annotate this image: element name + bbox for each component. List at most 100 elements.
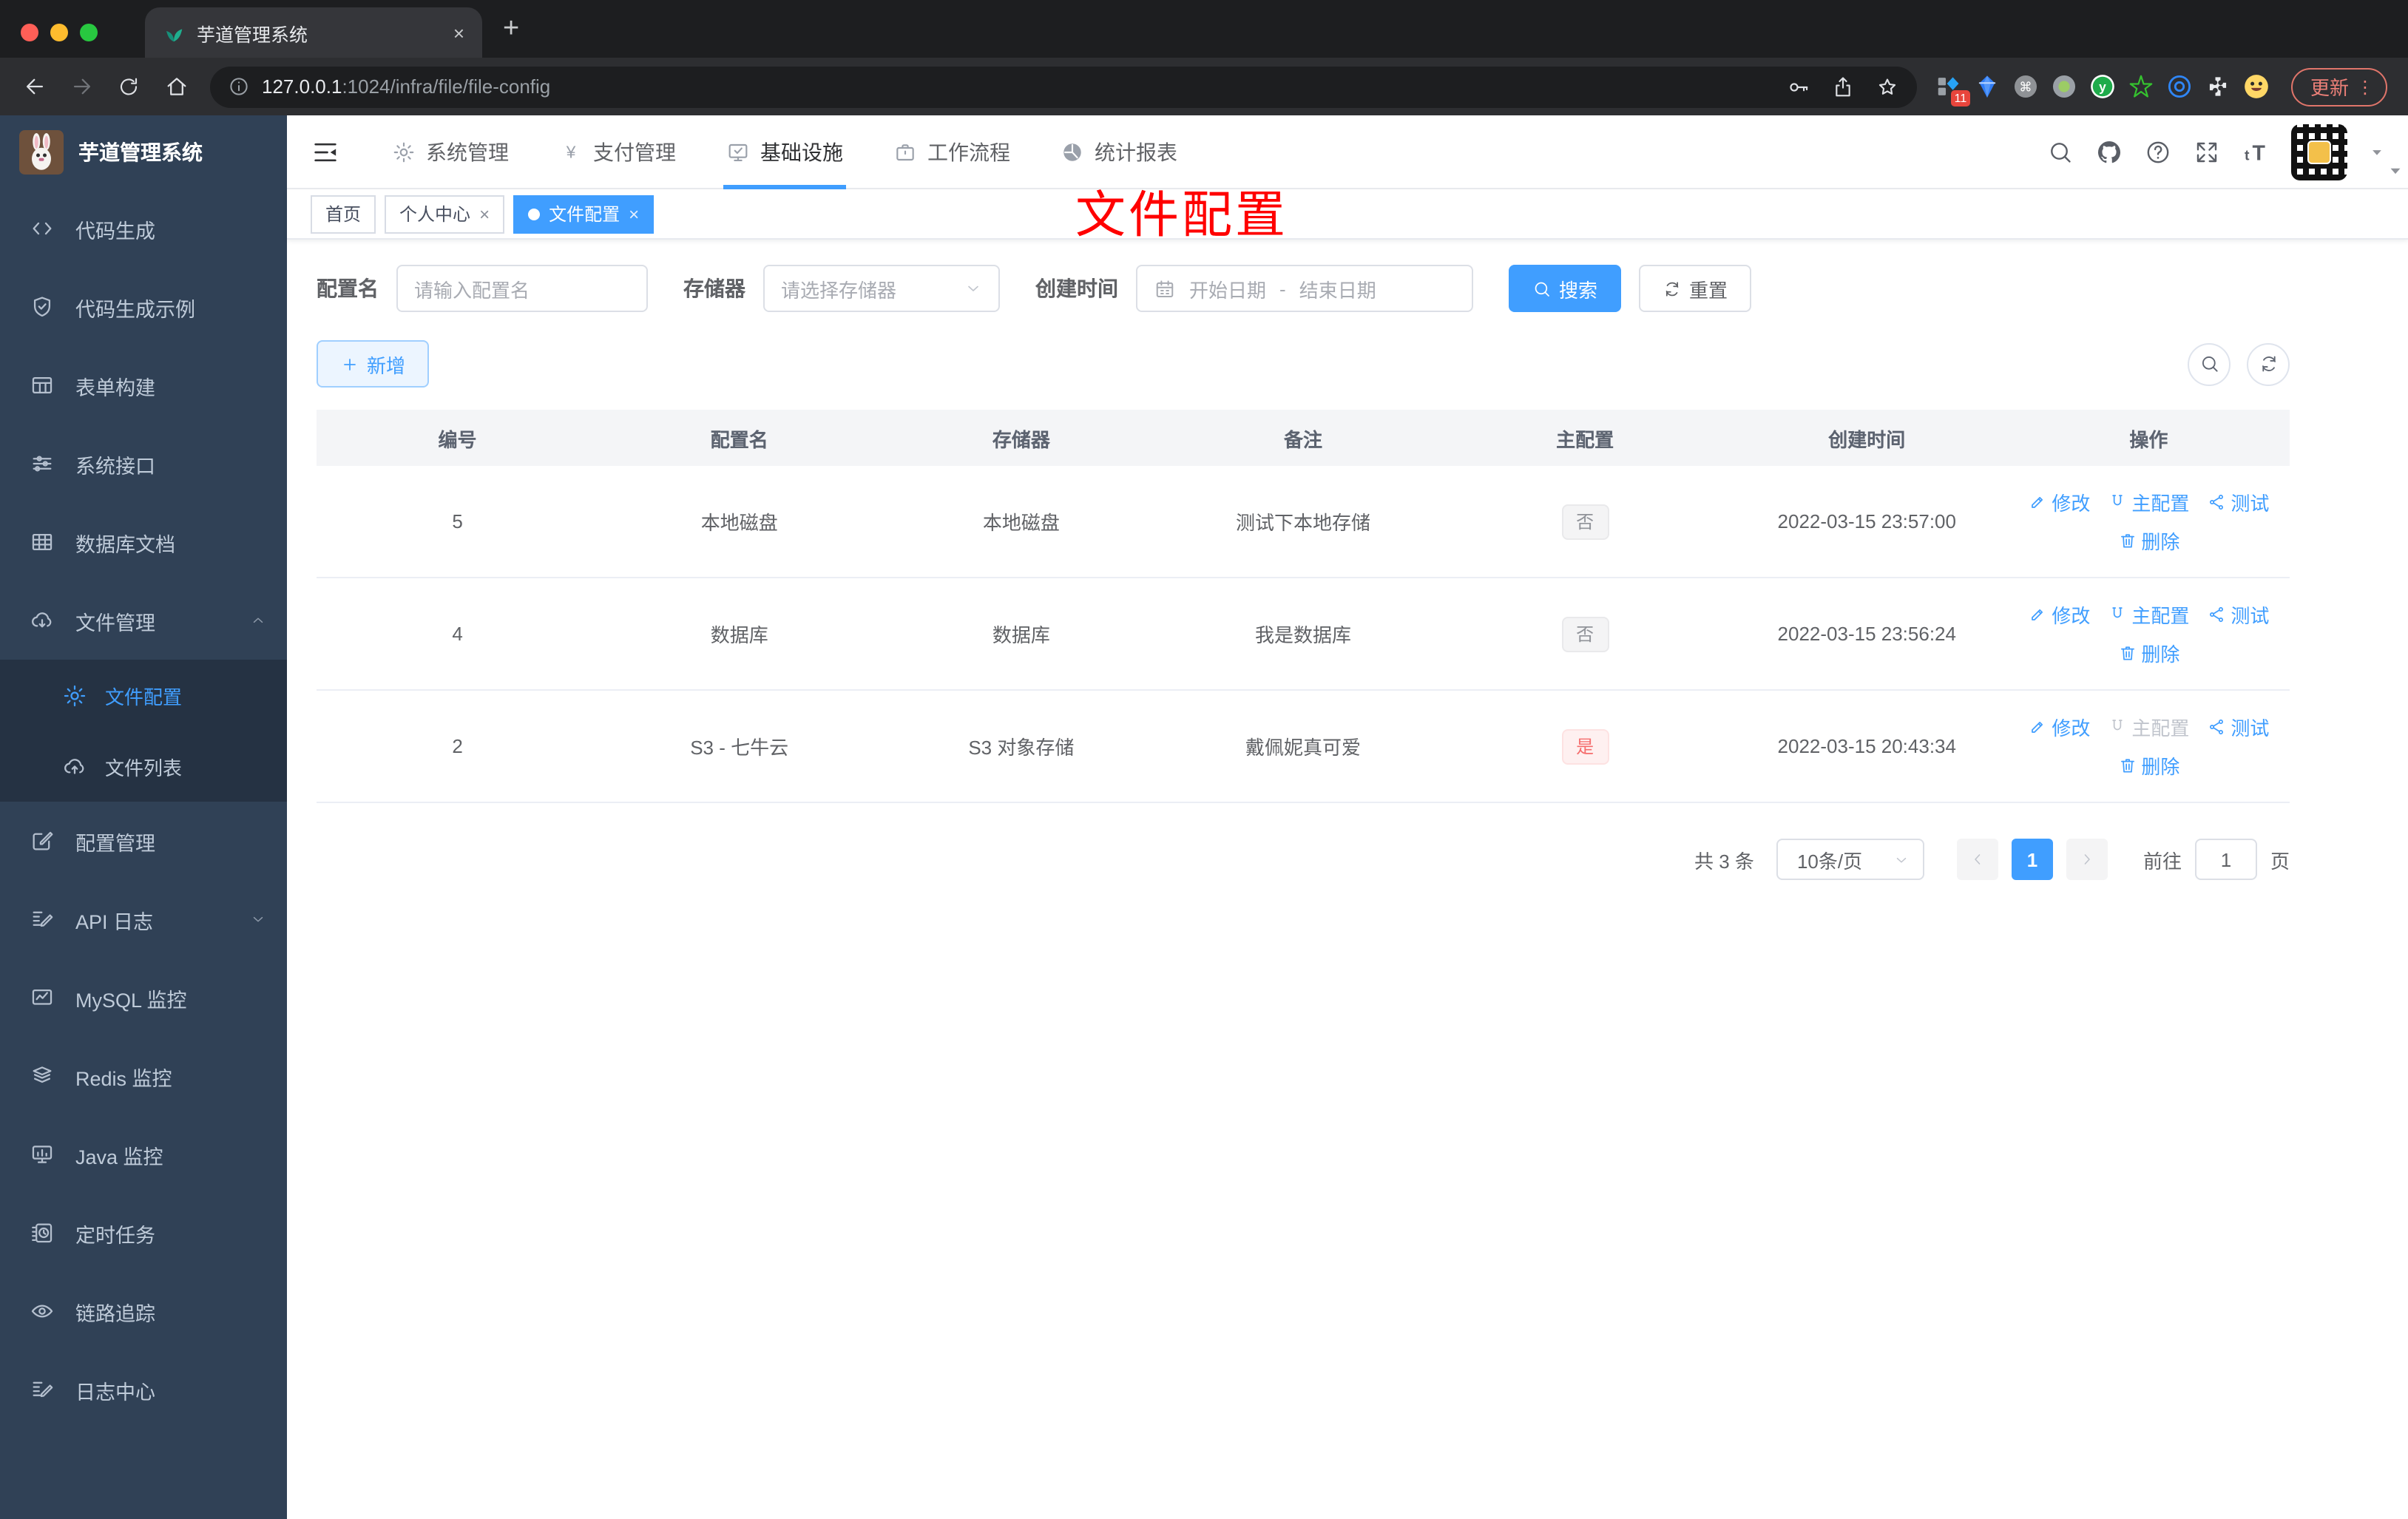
sidebar-item-2[interactable]: 表单构建	[0, 346, 287, 424]
test-action-link[interactable]: 测试	[2207, 713, 2269, 741]
password-manager-icon[interactable]	[1787, 75, 1810, 98]
sidebar-item-10[interactable]: Java 监控	[0, 1115, 287, 1194]
master-action-link[interactable]: 主配置	[2108, 713, 2189, 741]
test-action-link[interactable]: 测试	[2207, 488, 2269, 516]
prev-page-button[interactable]	[1956, 839, 1998, 880]
delete-action-link[interactable]: 删除	[2117, 751, 2179, 779]
extension-record-icon[interactable]	[2050, 72, 2078, 101]
test-action-link[interactable]: 测试	[2207, 601, 2269, 629]
extension-eye-icon[interactable]	[2165, 72, 2194, 101]
sidebar-subitem-5-1[interactable]: 文件列表	[0, 731, 287, 802]
tag-label: 个人中心	[399, 204, 471, 225]
page-1-button[interactable]: 1	[2011, 839, 2053, 880]
sidebar-item-0[interactable]: 代码生成	[0, 189, 287, 268]
avatar[interactable]	[2291, 124, 2347, 180]
update-button[interactable]: 更新 ⋮	[2290, 67, 2387, 106]
edit-action-link[interactable]: 修改	[2028, 601, 2090, 629]
master-action-link[interactable]: 主配置	[2108, 488, 2189, 516]
search-button[interactable]	[2047, 138, 2074, 165]
panel-caret-icon[interactable]	[2387, 163, 2404, 179]
cell-master: 是	[1444, 691, 1726, 802]
sidebar-item-7[interactable]: API 日志	[0, 880, 287, 958]
reload-button[interactable]	[106, 66, 151, 107]
edit-action-link[interactable]: 修改	[2028, 713, 2090, 741]
sidebar-item-5[interactable]: 文件管理	[0, 581, 287, 660]
tag-item-2[interactable]: 文件配置 ×	[513, 194, 655, 233]
back-icon	[21, 74, 47, 99]
storage-select[interactable]: 请选择存储器	[763, 265, 1000, 312]
cloud-download-icon	[30, 608, 55, 633]
sidebar-item-3[interactable]: 系统接口	[0, 424, 287, 503]
delete-action-link[interactable]: 删除	[2117, 639, 2179, 667]
minimize-window-button[interactable]	[50, 24, 68, 41]
tag-close-icon[interactable]: ×	[629, 205, 639, 223]
maximize-window-button[interactable]	[80, 24, 98, 41]
extension-grid-icon[interactable]: 11	[1935, 72, 1970, 106]
tag-item-0[interactable]: 首页	[311, 194, 376, 233]
sidebar-item-4[interactable]: 数据库文档	[0, 503, 287, 581]
top-menu-item-4[interactable]: 统计报表	[1035, 115, 1203, 188]
search-submit-button[interactable]: 搜索	[1509, 265, 1622, 312]
site-info-icon[interactable]	[228, 75, 250, 98]
sidebar-subitem-label: 文件列表	[105, 757, 183, 779]
sidebar-item-1[interactable]: 代码生成示例	[0, 268, 287, 346]
top-menu-item-1[interactable]: ¥ 支付管理	[534, 115, 701, 188]
sidebar-item-13[interactable]: 日志中心	[0, 1350, 287, 1429]
avatar-caret-icon[interactable]	[2370, 144, 2384, 159]
extension-gem-icon[interactable]	[1973, 72, 2001, 101]
reset-button[interactable]: 重置	[1639, 265, 1752, 312]
sidebar-subitem-5-0[interactable]: 文件配置	[0, 660, 287, 731]
cell-remark: 戴佩妮真可爱	[1245, 737, 1361, 759]
sidebar-item-9[interactable]: Redis 监控	[0, 1037, 287, 1115]
add-button[interactable]: 新增	[317, 340, 430, 388]
date-range-picker[interactable]: 开始日期 - 结束日期	[1136, 265, 1473, 312]
extension-emoji-icon[interactable]	[2242, 72, 2270, 101]
create-time-label: 创建时间	[1035, 277, 1118, 300]
goto-page-input[interactable]: 1	[2194, 839, 2257, 880]
top-menu-item-3[interactable]: 工作流程	[868, 115, 1035, 188]
github-link[interactable]	[2096, 138, 2123, 165]
share-icon[interactable]	[1831, 75, 1855, 98]
refresh-table-button[interactable]	[2247, 342, 2290, 385]
help-button[interactable]	[2145, 138, 2171, 165]
sidebar-item-8[interactable]: MySQL 监控	[0, 958, 287, 1037]
sidebar-item-12[interactable]: 链路追踪	[0, 1272, 287, 1350]
top-menu-item-0[interactable]: 系统管理	[367, 115, 534, 188]
extension-star-icon[interactable]	[2127, 72, 2155, 101]
home-button[interactable]	[154, 66, 198, 107]
next-page-button[interactable]	[2066, 839, 2108, 880]
forward-button[interactable]	[59, 66, 104, 107]
delete-action-link[interactable]: 删除	[2117, 527, 2179, 555]
collapse-sidebar-button[interactable]	[311, 137, 340, 166]
extension-y-icon[interactable]: y	[2089, 72, 2117, 101]
page-size-select[interactable]: 10条/页	[1776, 839, 1924, 880]
extension-command-icon[interactable]: ⌘	[2012, 72, 2040, 101]
browser-menu-icon[interactable]: ⋮	[2356, 76, 2374, 97]
fullscreen-button[interactable]	[2194, 138, 2220, 165]
sidebar-item-label: 链路追踪	[75, 1302, 155, 1325]
top-menu-item-label: 支付管理	[593, 140, 676, 163]
browser-tab[interactable]: 芋道管理系统 ×	[145, 7, 482, 58]
edit-action-link[interactable]: 修改	[2028, 488, 2090, 516]
tab-close-icon[interactable]: ×	[453, 21, 464, 44]
back-button[interactable]	[12, 66, 56, 107]
app-logo[interactable]: 芋道管理系统	[0, 115, 287, 189]
sidebar-item-6[interactable]: 配置管理	[0, 802, 287, 880]
add-button-label: 新增	[367, 354, 406, 376]
sidebar-item-11[interactable]: 定时任务	[0, 1194, 287, 1272]
bookmark-star-icon[interactable]	[1876, 75, 1899, 98]
tags-view: 首页 个人中心 × 文件配置 ×	[287, 189, 2408, 240]
new-tab-button[interactable]: +	[503, 13, 519, 46]
tag-item-1[interactable]: 个人中心 ×	[385, 194, 505, 233]
show-search-button[interactable]	[2188, 342, 2231, 385]
font-size-button[interactable]: tT	[2242, 138, 2269, 165]
app-header: 系统管理 ¥ 支付管理 基础设施 工作流程 统计报表 tT	[287, 115, 2408, 189]
extensions-puzzle-icon[interactable]	[2204, 72, 2232, 101]
top-menu-item-2[interactable]: 基础设施	[701, 115, 868, 189]
tag-close-icon[interactable]: ×	[479, 205, 490, 223]
config-name-input[interactable]: 请输入配置名	[396, 265, 648, 312]
address-bar[interactable]: 127.0.0.1:1024/infra/file/file-config	[210, 66, 1917, 107]
close-window-button[interactable]	[21, 24, 38, 41]
master-action-link[interactable]: 主配置	[2108, 601, 2189, 629]
cell-name: 数据库	[710, 624, 768, 646]
